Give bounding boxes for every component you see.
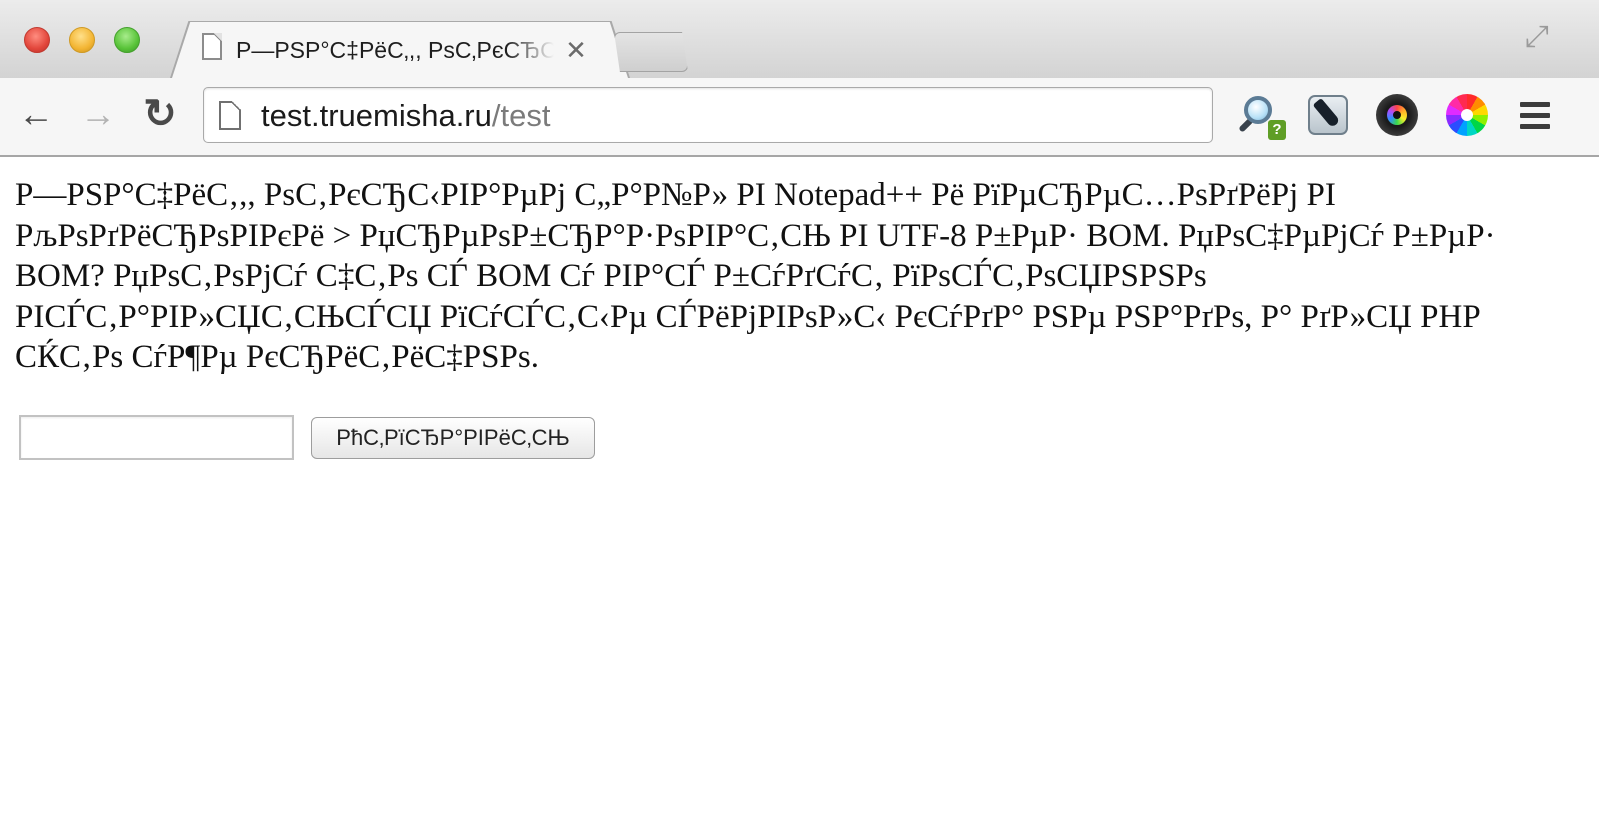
menu-bar-middle <box>1520 113 1550 118</box>
url-host: test.truemisha.ru <box>261 98 492 133</box>
pen-extension-icon[interactable] <box>1306 92 1352 138</box>
window-minimize-button[interactable] <box>69 27 95 53</box>
submit-button[interactable]: РћС‚РїСЂР°РІРёС‚СЊ <box>311 417 595 459</box>
url-path: /test <box>491 98 551 133</box>
window-zoom-button[interactable] <box>114 27 140 53</box>
url-text[interactable]: test.truemisha.ru/test <box>261 95 550 137</box>
color-wheel-center <box>1461 109 1473 121</box>
menu-bar-bottom <box>1520 124 1550 129</box>
color-wheel-extension-icon[interactable] <box>1444 92 1490 138</box>
tab-close-icon[interactable]: ✕ <box>562 33 590 67</box>
hamburger-menu-icon[interactable] <box>1518 98 1552 132</box>
help-badge: ? <box>1268 120 1286 140</box>
color-eye-extension-icon[interactable] <box>1375 92 1421 138</box>
back-arrow-icon[interactable]: ← <box>14 92 58 136</box>
page-info-icon[interactable] <box>219 101 241 130</box>
tab-page-icon <box>202 33 222 60</box>
eye-pupil <box>1393 111 1401 119</box>
tab-title[interactable]: Р—РЅР°С‡РёС‚,, РѕС‚РєСЂС <box>236 33 554 67</box>
magnifier-lens <box>1244 96 1272 124</box>
page-paragraph: Р—РЅР°С‡РёС‚,, РѕС‚РєСЂС‹РІР°РµРј С„Р°Р№… <box>15 177 1496 375</box>
fullscreen-arrows-icon[interactable]: ⤢ <box>1520 20 1554 54</box>
menu-bar-top <box>1520 102 1550 107</box>
reload-icon[interactable]: ↻ <box>138 92 182 136</box>
window-close-button[interactable] <box>24 27 50 53</box>
text-input-field[interactable] <box>19 415 294 460</box>
zoom-help-extension-icon[interactable]: ? <box>1238 92 1286 140</box>
forward-arrow-icon[interactable]: → <box>76 92 120 136</box>
new-tab-button[interactable] <box>614 32 688 72</box>
